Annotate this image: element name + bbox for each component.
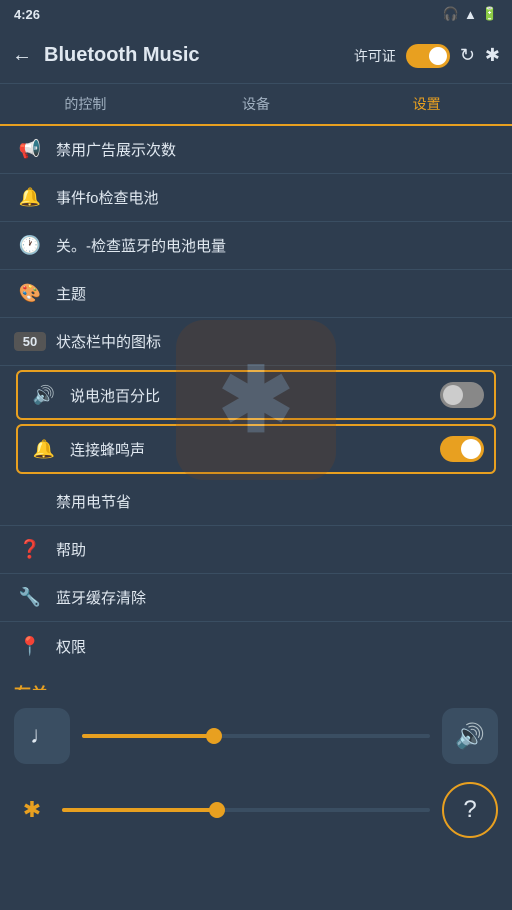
headphone-icon: 🎧 bbox=[443, 6, 459, 22]
setting-connect-beep-text: 连接蜂鸣声 bbox=[70, 439, 440, 460]
setting-disable-power-save-text: 禁用电节省 bbox=[56, 491, 498, 512]
statusbar-icon: 50 bbox=[14, 332, 46, 351]
ads-icon: 📢 bbox=[14, 139, 46, 160]
setting-battery-percent-wrapper: 🔊 说电池百分比 bbox=[8, 370, 504, 420]
bluetooth-icon[interactable]: ✱ bbox=[485, 45, 500, 66]
permission-label: 许可证 bbox=[354, 46, 396, 66]
music-slider-fill bbox=[82, 734, 214, 738]
setting-check-battery-text: 关。-检查蓝牙的电池电量 bbox=[56, 235, 498, 256]
bottom-player: ♩ 🔊 ✱ ? bbox=[0, 690, 512, 910]
music-note-icon: ♩ bbox=[30, 722, 54, 750]
bt-row-icon: ✱ bbox=[14, 797, 50, 823]
setting-connect-beep[interactable]: 🔔 连接蜂鸣声 bbox=[16, 424, 496, 474]
music-slider-track[interactable] bbox=[82, 734, 430, 738]
setting-battery-event[interactable]: 🔔 事件fo检查电池 bbox=[0, 174, 512, 222]
setting-disable-power-save[interactable]: 禁用电节省 bbox=[0, 478, 512, 526]
status-bar: 4:26 🎧 ▲ 🔋 bbox=[0, 0, 512, 28]
music-note-button[interactable]: ♩ bbox=[14, 708, 70, 764]
bt-slider-track[interactable] bbox=[62, 808, 430, 812]
setting-battery-event-text: 事件fo检查电池 bbox=[56, 187, 498, 208]
setting-connect-beep-wrapper: 🔔 连接蜂鸣声 bbox=[8, 424, 504, 474]
setting-permissions-text: 权限 bbox=[56, 636, 498, 657]
volume-icon-button[interactable]: 🔊 bbox=[442, 708, 498, 764]
tabs: 的控制 设备 设置 bbox=[0, 84, 512, 126]
bt-slider-fill bbox=[62, 808, 217, 812]
bell-icon: 🔔 bbox=[14, 187, 46, 208]
top-bar: ← Bluetooth Music 许可证 ↻ ✱ bbox=[0, 28, 512, 84]
help-icon: ? bbox=[463, 796, 476, 824]
bell2-icon: 🔔 bbox=[28, 439, 60, 460]
theme-icon: 🎨 bbox=[14, 283, 46, 304]
refresh-icon[interactable]: ↻ bbox=[460, 45, 475, 66]
battery-icon: 🔋 bbox=[482, 6, 498, 22]
question-icon: ❓ bbox=[14, 539, 46, 560]
tab-controls[interactable]: 的控制 bbox=[0, 84, 171, 124]
setting-battery-percent-text: 说电池百分比 bbox=[70, 385, 440, 406]
top-bar-right: 许可证 ↻ ✱ bbox=[354, 44, 500, 68]
setting-battery-percent[interactable]: 🔊 说电池百分比 bbox=[16, 370, 496, 420]
location-icon: 📍 bbox=[14, 636, 46, 657]
setting-permissions[interactable]: 📍 权限 bbox=[0, 622, 512, 670]
music-slider-thumb[interactable] bbox=[206, 728, 222, 744]
setting-statusbar-icon[interactable]: 50 状态栏中的图标 bbox=[0, 318, 512, 366]
setting-theme-text: 主题 bbox=[56, 283, 498, 304]
tab-device[interactable]: 设备 bbox=[171, 84, 342, 124]
help-button[interactable]: ? bbox=[442, 782, 498, 838]
music-player-row: ♩ 🔊 bbox=[14, 708, 498, 764]
status-icons: 🎧 ▲ 🔋 bbox=[443, 6, 498, 22]
wifi-icon: ▲ bbox=[464, 7, 477, 22]
settings-list: 📢 禁用广告展示次数 🔔 事件fo检查电池 🕐 关。-检查蓝牙的电池电量 🎨 主… bbox=[0, 126, 512, 670]
clock-icon: 🕐 bbox=[14, 235, 46, 256]
setting-ads[interactable]: 📢 禁用广告展示次数 bbox=[0, 126, 512, 174]
tab-settings[interactable]: 设置 bbox=[341, 84, 512, 124]
battery-percent-toggle[interactable] bbox=[440, 382, 484, 408]
setting-help-text: 帮助 bbox=[56, 539, 498, 560]
setting-theme[interactable]: 🎨 主题 bbox=[0, 270, 512, 318]
setting-statusbar-icon-text: 状态栏中的图标 bbox=[56, 331, 498, 352]
setting-check-battery[interactable]: 🕐 关。-检查蓝牙的电池电量 bbox=[0, 222, 512, 270]
bt-player-row: ✱ ? bbox=[14, 782, 498, 838]
setting-cache-clear[interactable]: 🔧 蓝牙缓存清除 bbox=[0, 574, 512, 622]
permission-toggle[interactable] bbox=[406, 44, 450, 68]
volume-icon: 🔊 bbox=[455, 722, 485, 751]
bt-slider-thumb[interactable] bbox=[209, 802, 225, 818]
setting-ads-text: 禁用广告展示次数 bbox=[56, 139, 498, 160]
music-slider-container bbox=[82, 734, 430, 738]
wrench-icon: 🔧 bbox=[14, 587, 46, 608]
bt-slider-container bbox=[62, 808, 430, 812]
status-time: 4:26 bbox=[14, 7, 40, 22]
app-title: Bluetooth Music bbox=[44, 44, 354, 67]
help-button-wrapper: ? bbox=[442, 782, 498, 838]
speaker-icon: 🔊 bbox=[28, 385, 60, 406]
setting-help[interactable]: ❓ 帮助 bbox=[0, 526, 512, 574]
setting-cache-clear-text: 蓝牙缓存清除 bbox=[56, 587, 498, 608]
back-button[interactable]: ← bbox=[12, 44, 32, 67]
connect-beep-toggle[interactable] bbox=[440, 436, 484, 462]
